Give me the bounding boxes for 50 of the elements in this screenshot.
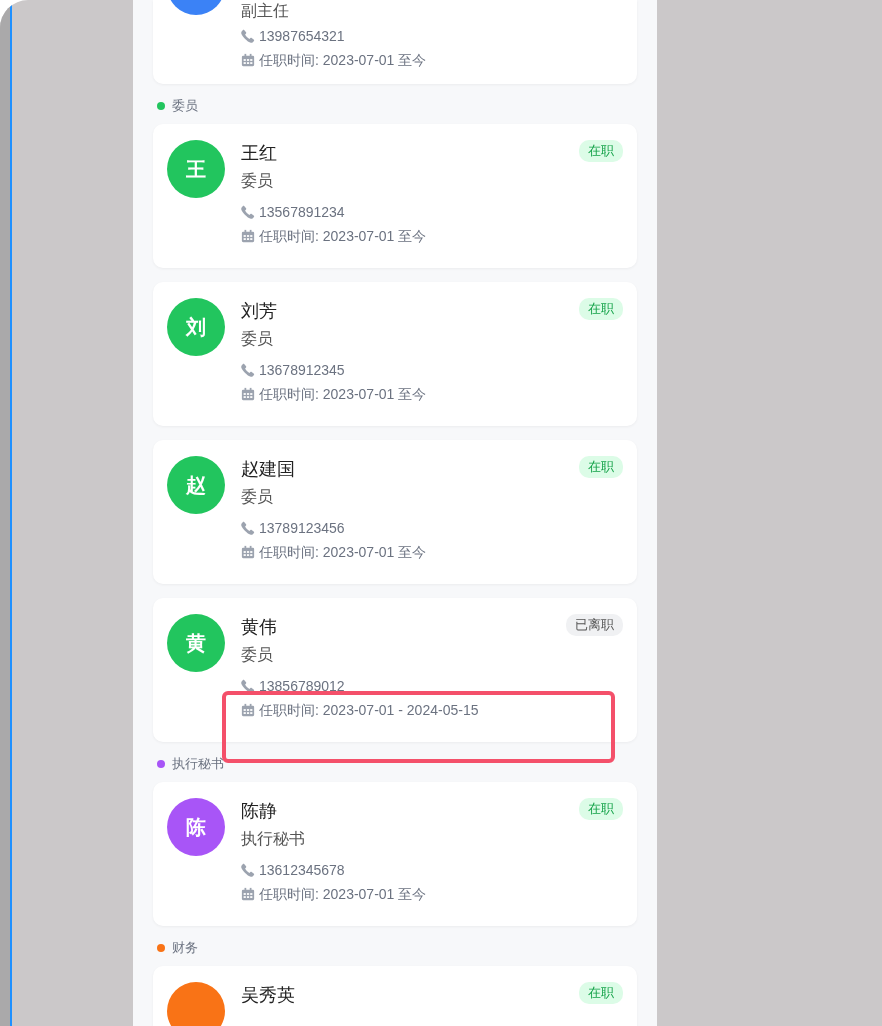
group-label: 执行秘书 xyxy=(172,756,224,772)
avatar: 黄 xyxy=(167,614,225,672)
phone-number: 13612345678 xyxy=(259,861,345,880)
calendar-icon xyxy=(241,387,255,401)
phone-number: 13856789012 xyxy=(259,677,345,696)
tenure-text: 任职时间: 2023-07-01 至今 xyxy=(259,385,427,404)
member-name: 陈静 xyxy=(241,800,277,823)
member-name: 黄伟 xyxy=(241,616,277,639)
phone-icon xyxy=(241,679,255,693)
status-badge: 在职 xyxy=(579,298,623,320)
status-badge: 在职 xyxy=(579,798,623,820)
phone-number: 13567891234 xyxy=(259,203,345,222)
avatar: 陈 xyxy=(167,798,225,856)
tenure-text: 任职时间: 2023-07-01 - 2024-05-15 xyxy=(259,701,479,720)
member-role: 执行秘书 xyxy=(241,829,306,849)
calendar-icon xyxy=(241,887,255,901)
avatar: 刘 xyxy=(167,298,225,356)
calendar-icon xyxy=(241,545,255,559)
phone-icon xyxy=(241,863,255,877)
member-role: 委员 xyxy=(241,329,274,349)
avatar: 赵 xyxy=(167,456,225,514)
member-role: 副主任 xyxy=(241,1,290,21)
status-badge: 在职 xyxy=(579,140,623,162)
calendar-icon xyxy=(241,703,255,717)
member-role: 委员 xyxy=(241,171,274,191)
group-label: 委员 xyxy=(172,98,198,114)
phone-icon xyxy=(241,363,255,377)
tenure-text: 任职时间: 2023-07-01 至今 xyxy=(259,227,427,246)
status-badge: 在职 xyxy=(579,982,623,1004)
tenure-text: 任职时间: 2023-07-01 至今 xyxy=(259,885,427,904)
status-badge: 在职 xyxy=(579,456,623,478)
phone-icon xyxy=(241,29,255,43)
tenure-text: 任职时间: 2023-07-01 至今 xyxy=(259,51,427,70)
member-name: 赵建国 xyxy=(241,458,295,481)
member-role: 委员 xyxy=(241,487,274,507)
phone-number: 13678912345 xyxy=(259,361,345,380)
calendar-icon xyxy=(241,229,255,243)
tenure-text: 任职时间: 2023-07-01 至今 xyxy=(259,543,427,562)
phone-number: 13789123456 xyxy=(259,519,345,538)
status-badge: 已离职 xyxy=(566,614,623,636)
phone-icon xyxy=(241,205,255,219)
member-name: 王红 xyxy=(241,142,277,165)
member-name: 吴秀英 xyxy=(241,984,295,1007)
phone-number: 13987654321 xyxy=(259,27,345,46)
group-label: 财务 xyxy=(172,940,198,956)
member-name: 刘芳 xyxy=(241,300,277,323)
avatar: 王 xyxy=(167,140,225,198)
calendar-icon xyxy=(241,53,255,67)
member-role: 委员 xyxy=(241,645,274,665)
phone-icon xyxy=(241,521,255,535)
